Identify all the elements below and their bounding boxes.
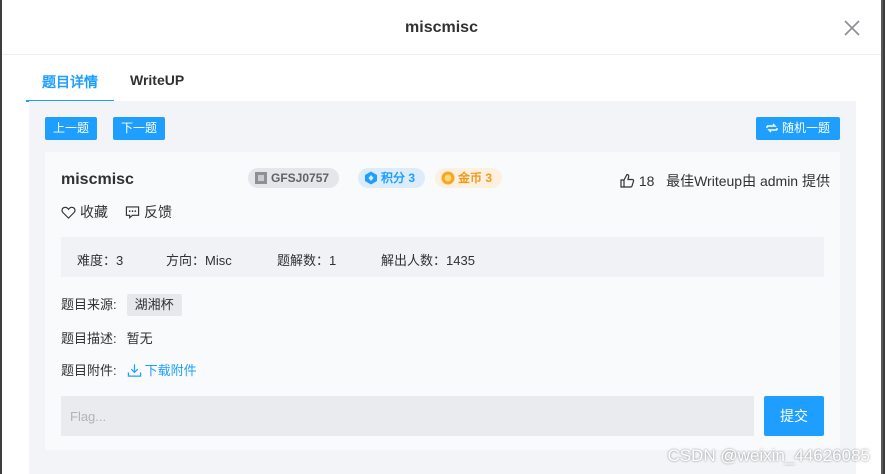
stat-direction: 方向：Misc: [166, 253, 232, 268]
source-tag: 湖湘杯: [126, 294, 182, 316]
attachment-label: 题目附件:: [61, 363, 117, 378]
score-badge: 积分 3: [358, 168, 426, 188]
tab-details[interactable]: 题目详情: [42, 72, 98, 92]
like-count: 18: [638, 173, 655, 189]
submit-flag-button[interactable]: 提交: [764, 396, 824, 436]
description-row: 题目描述: 暂无: [61, 328, 153, 347]
like-area: 18 最佳Writeup由 admin 提供: [619, 171, 830, 191]
random-challenge-button[interactable]: 随机一题: [756, 117, 840, 140]
download-attachment-link[interactable]: 下载附件: [127, 363, 197, 378]
flag-input[interactable]: [61, 396, 754, 436]
download-attachment-label: 下载附件: [144, 363, 197, 378]
tab-content: 上一题 下一题 随机一题 miscmisc GFSJ0757 积分 3 金币 3…: [29, 101, 856, 474]
source-label: 题目来源:: [61, 297, 117, 312]
close-button[interactable]: [843, 19, 861, 37]
close-icon: [844, 20, 860, 36]
next-challenge-button[interactable]: 下一题: [113, 117, 165, 140]
challenge-modal: miscmisc 题目详情 WriteUP 上一题 下一题 随机一题 miscm…: [2, 0, 881, 474]
thumbs-up-icon[interactable]: [619, 173, 635, 189]
tab-writeup[interactable]: WriteUP: [130, 72, 184, 88]
shuffle-icon: [766, 123, 778, 133]
best-writeup-text[interactable]: 最佳Writeup由 admin 提供: [666, 173, 830, 189]
description-value: 暂无: [126, 331, 153, 346]
challenge-id-icon: [255, 172, 267, 184]
feedback-button[interactable]: 反馈: [125, 202, 172, 222]
download-icon: [127, 364, 141, 377]
coin-icon: [441, 171, 455, 185]
favorite-label: 收藏: [80, 204, 108, 220]
favorite-button[interactable]: 收藏: [61, 202, 108, 222]
challenge-title: miscmisc: [61, 171, 134, 188]
feedback-label: 反馈: [144, 204, 172, 220]
score-text: 积分 3: [381, 171, 416, 185]
challenge-id-badge: GFSJ0757: [248, 168, 340, 188]
source-row: 题目来源: 湖湘杯: [61, 294, 182, 316]
stat-writeup-count: 题解数：1: [277, 253, 337, 268]
stats-bar: 难度：3 方向：Misc 题解数：1 解出人数：1435: [61, 237, 824, 277]
coin-text: 金币 3: [458, 171, 493, 185]
modal-title: miscmisc: [405, 19, 478, 36]
stat-solvers: 解出人数：1435: [381, 253, 475, 268]
description-label: 题目描述:: [61, 331, 117, 346]
random-challenge-label: 随机一题: [781, 121, 830, 135]
attachment-row: 题目附件: 下载附件: [61, 360, 197, 379]
watermark: CSDN @weixin_44626085: [667, 446, 870, 465]
comment-icon: [125, 206, 140, 219]
modal-header: miscmisc: [2, 0, 881, 55]
score-icon: [365, 171, 377, 185]
challenge-id-text: GFSJ0757: [271, 171, 330, 185]
prev-challenge-button[interactable]: 上一题: [45, 117, 97, 140]
stat-difficulty: 难度：3: [77, 253, 124, 268]
coin-badge: 金币 3: [435, 168, 503, 188]
challenge-card: miscmisc GFSJ0757 积分 3 金币 3 18 最佳Writeup…: [45, 152, 840, 450]
heart-icon: [61, 206, 76, 219]
